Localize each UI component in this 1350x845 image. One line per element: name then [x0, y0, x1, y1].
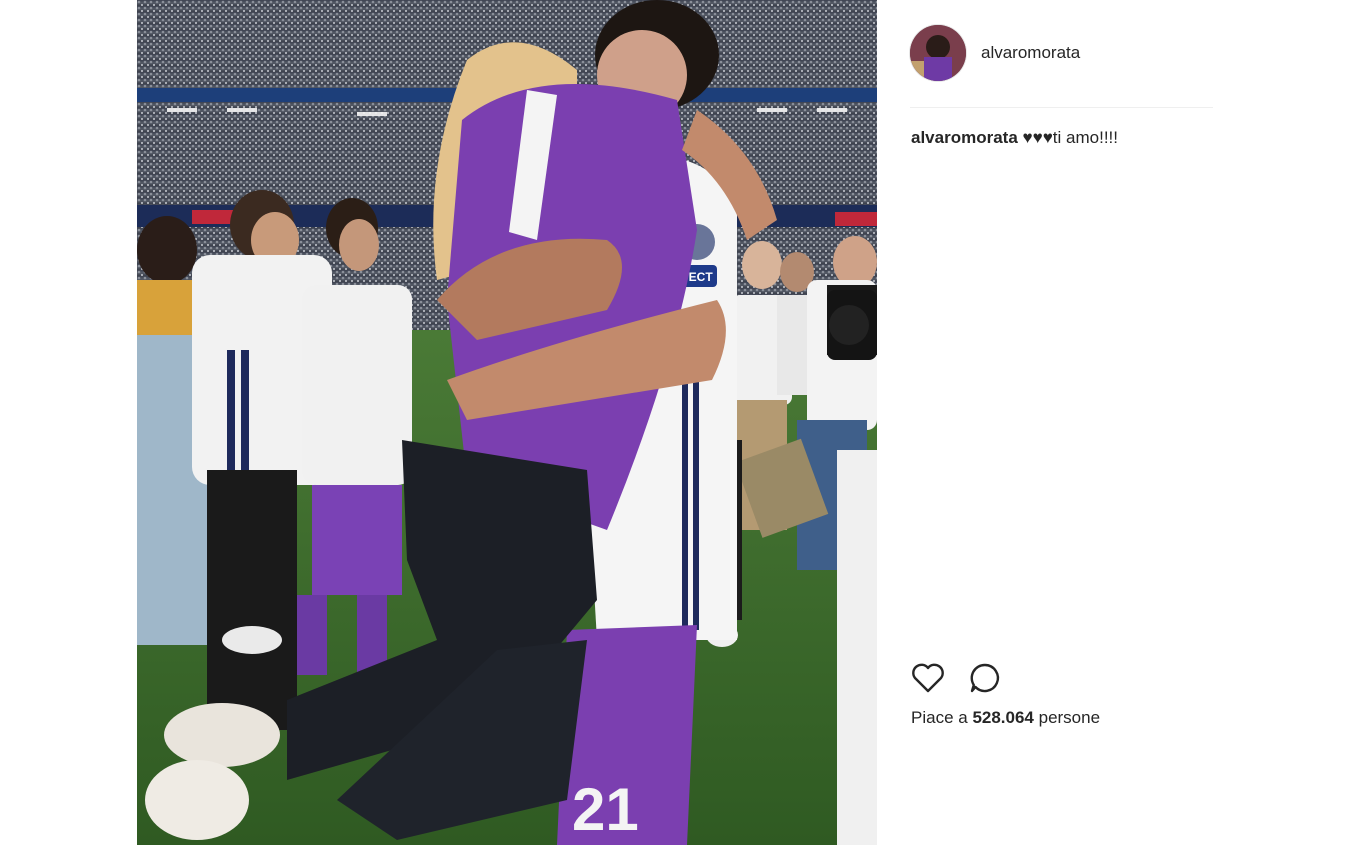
post-photo[interactable]: RESPECT 21 [137, 0, 877, 845]
post-header: alvaromorata [910, 24, 1080, 82]
header-divider [910, 107, 1213, 108]
post-sidebar: alvaromorata alvaromorata ♥♥♥ti amo!!!! … [910, 0, 1214, 845]
post-actions [910, 660, 1024, 696]
photo-scene: RESPECT 21 [137, 0, 877, 845]
likes-suffix: persone [1033, 708, 1101, 727]
likes-prefix: Piace a [911, 708, 973, 727]
avatar-image [910, 25, 966, 81]
like-button[interactable] [910, 660, 946, 696]
comment-button[interactable] [967, 660, 1003, 696]
photographer-camera [827, 290, 877, 360]
likes-count-text[interactable]: Piace a 528.064 persone [911, 708, 1100, 728]
header-username[interactable]: alvaromorata [981, 43, 1080, 63]
caption-text: ♥♥♥ti amo!!!! [1022, 128, 1118, 147]
comment-bubble-icon [970, 663, 1000, 693]
post-caption: alvaromorata ♥♥♥ti amo!!!! [911, 128, 1118, 148]
likes-count: 528.064 [972, 708, 1034, 727]
avatar[interactable] [910, 25, 966, 81]
jersey-number-text: 21 [572, 776, 639, 843]
caption-username[interactable]: alvaromorata [911, 128, 1018, 147]
heart-outline-icon [912, 663, 944, 693]
